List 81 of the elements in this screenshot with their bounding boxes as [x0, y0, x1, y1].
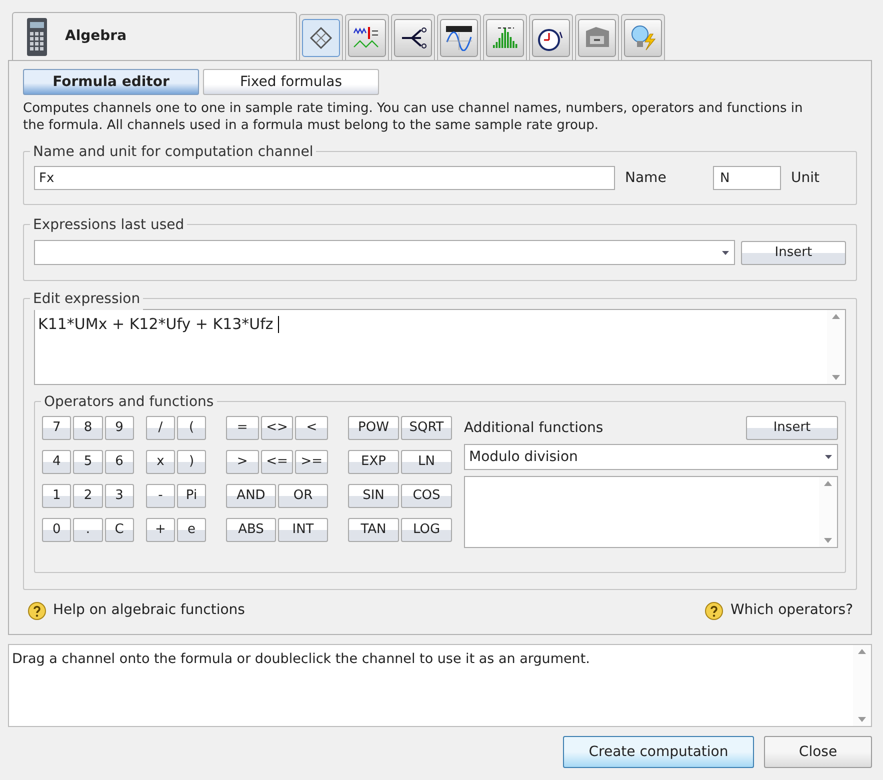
- key-button[interactable]: 3: [104, 484, 134, 508]
- key-button[interactable]: LN: [401, 450, 452, 474]
- key-button[interactable]: +: [146, 518, 175, 542]
- key-button[interactable]: <: [295, 416, 328, 440]
- toolbar-tab[interactable]: [529, 14, 573, 60]
- key-button[interactable]: POW: [348, 416, 399, 440]
- insert-button[interactable]: Insert: [740, 240, 846, 264]
- name-label: Name: [625, 168, 668, 188]
- key-button[interactable]: 4: [42, 450, 72, 474]
- scroll-down-icon[interactable]: [858, 717, 866, 722]
- scroll-down-icon[interactable]: [832, 375, 840, 380]
- key-button[interactable]: 8: [73, 416, 103, 440]
- key-button[interactable]: /: [146, 416, 175, 440]
- key-button[interactable]: EXP: [348, 450, 399, 474]
- key-button[interactable]: 7: [42, 416, 72, 440]
- name-field[interactable]: Fx: [34, 166, 615, 190]
- key-button[interactable]: 2: [73, 484, 103, 508]
- sub-tab[interactable]: Formula editor: [23, 69, 199, 95]
- expression-dropdown[interactable]: [34, 240, 735, 265]
- scroll-up-icon[interactable]: [858, 649, 866, 654]
- oscilloscope-icon: [444, 24, 474, 50]
- scrollbar[interactable]: [827, 310, 845, 384]
- message-text: Drag a channel onto the formula or doubleclick the channel to use it as an argument.: [11, 650, 591, 669]
- page-tab[interactable]: Algebra: [12, 12, 297, 60]
- key-button[interactable]: <>: [260, 416, 294, 440]
- unit-field[interactable]: N: [713, 166, 781, 190]
- key-button[interactable]: 5: [73, 450, 103, 474]
- sub-tab[interactable]: Fixed formulas: [203, 69, 379, 95]
- description-text: Computes channels one to one in sample rate timing. You can use channel names, numbers, operators and functions in the formula. All channels used in a formula must belong to the same sample rate group.: [23, 100, 804, 134]
- key-button[interactable]: >: [226, 450, 259, 474]
- function-dropdown[interactable]: Modulo division: [464, 444, 838, 470]
- key-button[interactable]: Pi: [177, 484, 206, 508]
- key-button[interactable]: x: [146, 450, 175, 474]
- key-button[interactable]: INT: [278, 518, 328, 542]
- additional-functions-label: Additional functions: [464, 418, 604, 438]
- key-button[interactable]: LOG: [401, 518, 452, 542]
- key-button[interactable]: 6: [104, 450, 134, 474]
- scroll-up-icon[interactable]: [824, 481, 832, 486]
- key-button[interactable]: C: [104, 518, 134, 542]
- key-button[interactable]: e: [177, 518, 206, 542]
- key-button[interactable]: 0: [42, 518, 72, 542]
- scroll-down-icon[interactable]: [824, 538, 832, 543]
- expression-editor[interactable]: K11*UMx + K12*Ufy + K13*Ufz: [34, 309, 846, 385]
- key-button[interactable]: SIN: [348, 484, 399, 508]
- unit-label: Unit: [791, 168, 820, 188]
- help-link[interactable]: Which operators?: [730, 600, 853, 621]
- switch-icon: [399, 24, 427, 50]
- key-button[interactable]: >=: [295, 450, 328, 474]
- key-button[interactable]: 9: [104, 416, 134, 440]
- diamond-icon: [308, 24, 334, 50]
- toolbar-tab[interactable]: [391, 14, 435, 60]
- key-button[interactable]: COS: [401, 484, 452, 508]
- help-link[interactable]: Help on algebraic functions: [53, 600, 245, 621]
- scrollbar[interactable]: [819, 477, 837, 547]
- scrollbar[interactable]: [853, 645, 871, 726]
- key-button[interactable]: TAN: [348, 518, 399, 542]
- expression-text: K11*UMx + K12*Ufy + K13*Ufz: [38, 315, 274, 333]
- caret-icon: [722, 250, 729, 254]
- caret-icon: [825, 455, 832, 459]
- dialog-button[interactable]: Close: [764, 736, 872, 768]
- bar-chart-icon: [490, 24, 520, 50]
- key-button[interactable]: -: [146, 484, 175, 508]
- key-button[interactable]: OR: [278, 484, 328, 508]
- key-button[interactable]: .: [73, 518, 103, 542]
- insert-button[interactable]: Insert: [746, 416, 838, 440]
- key-button[interactable]: 1: [42, 484, 72, 508]
- toolbar-tab[interactable]: [299, 14, 343, 60]
- key-button[interactable]: <=: [260, 450, 294, 474]
- key-button[interactable]: SQRT: [401, 416, 452, 440]
- group-title: Edit expression: [30, 289, 144, 310]
- toolbar-tab[interactable]: [437, 14, 481, 60]
- key-button[interactable]: ): [177, 450, 206, 474]
- dialog-button[interactable]: Create computation: [563, 736, 754, 768]
- calculator-icon: [27, 18, 47, 56]
- key-button[interactable]: (: [177, 416, 206, 440]
- help-icon: [27, 600, 47, 620]
- scroll-up-icon[interactable]: [832, 314, 840, 319]
- key-button[interactable]: AND: [226, 484, 276, 508]
- help-icon: [704, 600, 724, 620]
- key-button[interactable]: ABS: [226, 518, 276, 542]
- key-button[interactable]: =: [226, 416, 259, 440]
